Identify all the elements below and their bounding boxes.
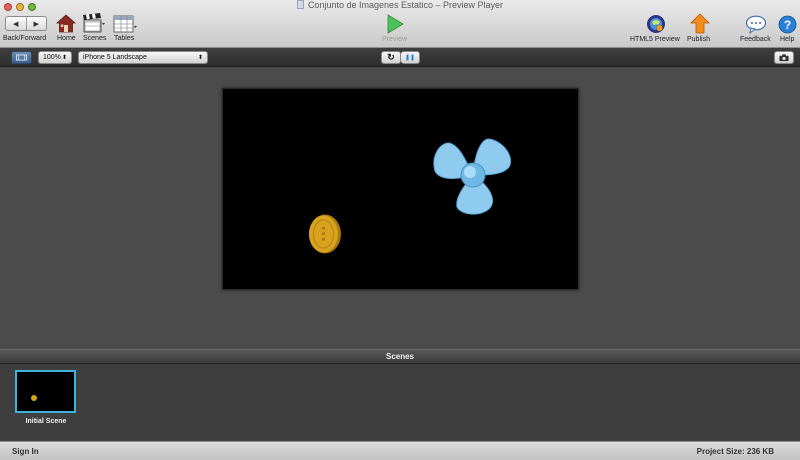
- pause-icon: ❚❚: [404, 55, 416, 61]
- tables-icon[interactable]: [113, 15, 138, 33]
- reload-icon: ↻: [387, 52, 395, 62]
- scene-label: Initial Scene: [25, 418, 67, 425]
- help-icon[interactable]: ?: [778, 15, 797, 34]
- sign-in-link[interactable]: Sign In: [12, 447, 39, 456]
- screenshot-button[interactable]: [774, 51, 794, 64]
- html5-preview-label: HTML5 Preview: [630, 36, 680, 43]
- scenes-label: Scenes: [83, 35, 107, 42]
- zoom-stepper-icon: ⬍: [61, 55, 67, 61]
- help-label: Help: [780, 36, 795, 43]
- feedback-label: Feedback: [740, 36, 771, 43]
- title-toolbar: Conjunto de Imagenes Estatico – Preview …: [0, 0, 800, 48]
- preview-player-window: Conjunto de Imagenes Estatico – Preview …: [0, 0, 800, 460]
- home-icon[interactable]: [56, 14, 76, 33]
- back-button[interactable]: ◀: [6, 17, 27, 30]
- html5-preview-icon[interactable]: [646, 14, 666, 34]
- coin-sprite[interactable]: [307, 213, 343, 255]
- device-frame-toggle[interactable]: [11, 51, 32, 64]
- camera-icon: [779, 53, 789, 61]
- home-label: Home: [57, 35, 76, 42]
- publish-label: Publish: [687, 36, 710, 43]
- device-value: iPhone 5 Landscape: [83, 54, 147, 61]
- coin-thumbnail-marker: [31, 395, 37, 401]
- svg-text:?: ?: [784, 18, 791, 32]
- device-select[interactable]: iPhone 5 Landscape ⬍: [78, 51, 208, 64]
- scene-thumbnail-initial[interactable]: [15, 370, 76, 413]
- pause-button[interactable]: ❚❚: [401, 51, 420, 64]
- zoom-value: 100%: [43, 54, 61, 61]
- preview-label: Preview: [382, 36, 407, 43]
- preview-area: [0, 67, 800, 349]
- scenes-icon[interactable]: [82, 13, 106, 33]
- zoom-select[interactable]: 100% ⬍: [38, 51, 72, 64]
- back-forward-control: ◀ ▶: [5, 16, 47, 31]
- project-size-text: Project Size: 236 KB: [696, 447, 774, 456]
- tables-label: Tables: [114, 35, 135, 42]
- document-icon: [296, 0, 304, 9]
- fan-sprite[interactable]: [431, 135, 515, 217]
- reload-button[interactable]: ↻: [381, 51, 401, 64]
- window-title-text: Conjunto de Imagenes Estatico – Preview …: [307, 0, 504, 10]
- scenes-panel-header: Scenes: [0, 349, 800, 364]
- feedback-icon[interactable]: [745, 15, 767, 34]
- play-icon[interactable]: [386, 14, 404, 34]
- status-bar: Sign In Project Size: 236 KB: [0, 441, 800, 460]
- window-title: Conjunto de Imagenes Estatico – Preview …: [0, 0, 800, 11]
- back-forward-label: Back/Forward: [3, 35, 47, 42]
- device-stepper-icon: ⬍: [197, 55, 203, 61]
- device-frame-icon: [16, 54, 27, 61]
- publish-icon[interactable]: [690, 13, 710, 34]
- preview-stage[interactable]: [222, 88, 579, 290]
- forward-button[interactable]: ▶: [27, 17, 47, 30]
- preview-toolbar: 100% ⬍ iPhone 5 Landscape ⬍ ↻ ❚❚: [0, 48, 800, 67]
- scenes-panel: Initial Scene: [0, 364, 800, 441]
